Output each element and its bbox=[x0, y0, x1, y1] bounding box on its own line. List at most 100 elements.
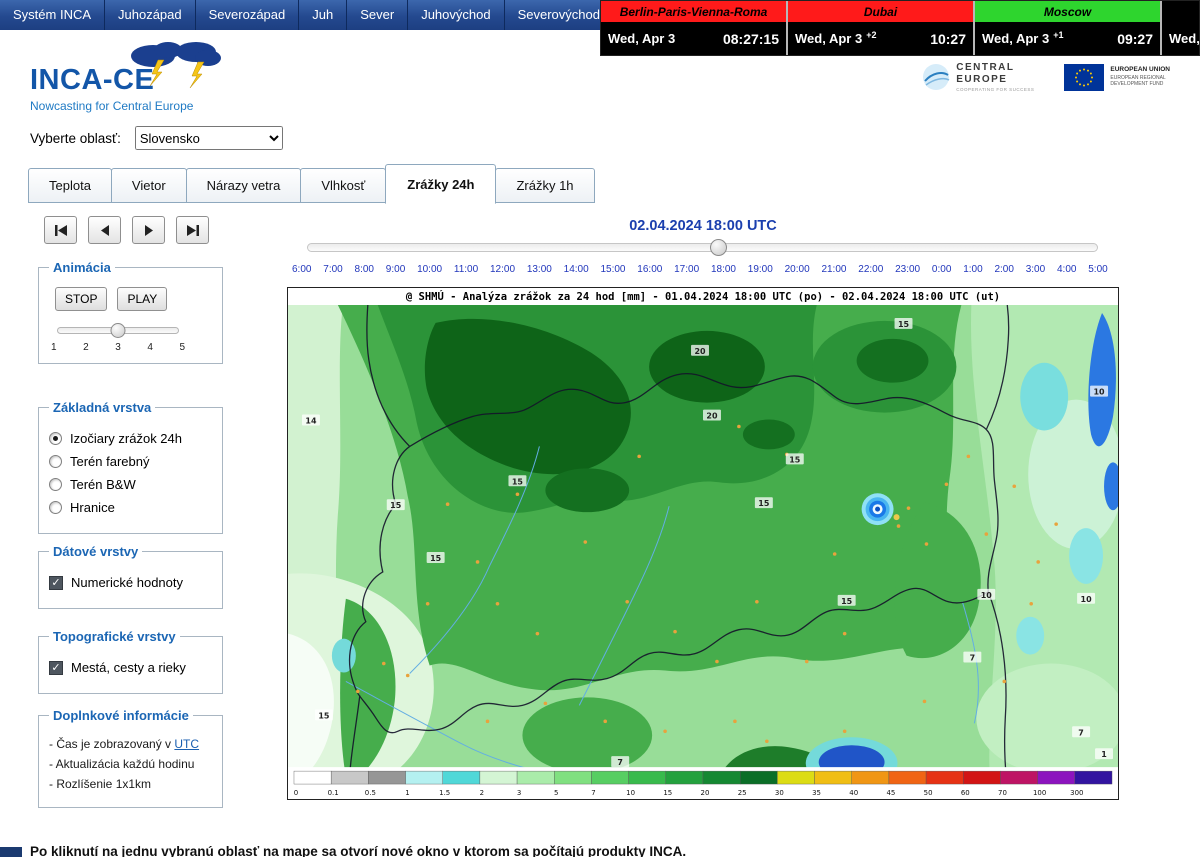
city-dot bbox=[544, 702, 548, 706]
nav-item-5[interactable]: Sever bbox=[347, 0, 408, 30]
legend-swatch-40 bbox=[852, 771, 889, 784]
clock-1: Berlin-Paris-Vienna-RomaWed, Apr 308:27:… bbox=[601, 1, 788, 55]
data-layers-options: Numerické hodnoty bbox=[49, 575, 212, 590]
time-tick: 1:00 bbox=[963, 264, 982, 275]
clock-city: Moscow bbox=[975, 1, 1160, 22]
ce-tagline: COOPERATING FOR SUCCESS bbox=[956, 87, 1034, 92]
time-slider-handle[interactable] bbox=[710, 239, 727, 256]
time-tick: 2:00 bbox=[994, 264, 1013, 275]
clock-time-row: Wed, Apr 3+210:27 bbox=[788, 22, 973, 55]
nav-item-3[interactable]: Severozápad bbox=[196, 0, 300, 30]
radio-option-1[interactable]: Izočiary zrážok 24h bbox=[49, 431, 212, 446]
checkbox-option-1[interactable]: Mestá, cesty a rieky bbox=[49, 660, 212, 675]
city-dot bbox=[406, 674, 410, 678]
nav-item-6[interactable]: Juhovýchod bbox=[408, 0, 504, 30]
info-line-utc: - Čas je zobrazovaný v UTC bbox=[49, 737, 212, 751]
legend-label: 35 bbox=[812, 789, 821, 797]
footer-bar bbox=[0, 847, 22, 857]
base-layer-options: Izočiary zrážok 24h Terén farebný Terén B&… bbox=[49, 431, 212, 515]
next-frame-button[interactable] bbox=[132, 216, 165, 244]
data-layers-legend: Dátové vrstvy bbox=[49, 544, 142, 559]
radio-label: Terén farebný bbox=[70, 454, 150, 469]
topo-layers-legend: Topografické vrstvy bbox=[49, 629, 180, 644]
clock-time: 08:27:15 bbox=[723, 31, 779, 47]
map-title: @ SHMÚ - Analýza zrážok za 24 hod [mm] -… bbox=[288, 288, 1118, 305]
contour-label: 10 bbox=[1081, 595, 1093, 604]
region-select[interactable]: Slovensko bbox=[135, 126, 283, 150]
logo-subtitle: Nowcasting for Central Europe bbox=[30, 99, 280, 113]
city-dot bbox=[637, 455, 641, 459]
radio-icon[interactable] bbox=[49, 501, 62, 514]
legend-label: 5 bbox=[554, 789, 558, 797]
legend-label: 10 bbox=[626, 789, 635, 797]
nav-item-4[interactable]: Juh bbox=[299, 0, 347, 30]
checkbox-icon[interactable] bbox=[49, 576, 63, 590]
clock-2: DubaiWed, Apr 3+210:27 bbox=[788, 1, 975, 55]
city-dot bbox=[496, 602, 500, 606]
checkbox-option-1[interactable]: Numerické hodnoty bbox=[49, 575, 212, 590]
inca-page: Systém INCAJuhozápadSeverozápadJuhSeverJ… bbox=[0, 0, 1200, 857]
city-dot bbox=[486, 720, 490, 724]
tab-n-razy-vetra[interactable]: Nárazy vetra bbox=[186, 168, 302, 203]
time-tick: 16:00 bbox=[637, 264, 662, 275]
tab-zr-ky-1h[interactable]: Zrážky 1h bbox=[495, 168, 594, 203]
radio-icon[interactable] bbox=[49, 478, 62, 491]
radio-option-2[interactable]: Terén farebný bbox=[49, 454, 212, 469]
legend-label: 50 bbox=[924, 789, 933, 797]
last-frame-button[interactable] bbox=[176, 216, 209, 244]
time-slider[interactable] bbox=[307, 243, 1098, 252]
speed-slider[interactable] bbox=[57, 327, 179, 334]
radio-label: Hranice bbox=[70, 500, 115, 515]
tab-teplota[interactable]: Teplota bbox=[28, 168, 112, 203]
radio-icon[interactable] bbox=[49, 455, 62, 468]
tab-zr-ky-24h[interactable]: Zrážky 24h bbox=[385, 164, 496, 204]
stop-button[interactable]: STOP bbox=[55, 287, 107, 311]
speed-tick-4: 4 bbox=[147, 342, 153, 353]
data-layers-panel: Dátové vrstvy Numerické hodnoty bbox=[38, 544, 223, 609]
contour-label: 20 bbox=[706, 412, 718, 421]
legend-label: 45 bbox=[886, 789, 895, 797]
time-tick: 20:00 bbox=[785, 264, 810, 275]
speed-slider-handle[interactable] bbox=[111, 323, 126, 338]
legend-label: 30 bbox=[775, 789, 784, 797]
first-frame-button[interactable] bbox=[44, 216, 77, 244]
precip-spot bbox=[894, 514, 900, 520]
clock-time: 10:27 bbox=[930, 31, 966, 47]
tab-vlhkos-[interactable]: Vlhkosť bbox=[300, 168, 386, 203]
radio-option-4[interactable]: Hranice bbox=[49, 500, 212, 515]
tab-vietor[interactable]: Vietor bbox=[111, 168, 187, 203]
legend-swatch-70 bbox=[1000, 771, 1037, 784]
prev-frame-button[interactable] bbox=[88, 216, 121, 244]
contour-label: 14 bbox=[305, 417, 317, 426]
checkbox-label: Mestá, cesty a rieky bbox=[71, 660, 186, 675]
legend-swatch-2 bbox=[480, 771, 517, 784]
time-ticks: 6:007:008:009:0010:0011:0012:0013:0014:0… bbox=[292, 264, 1108, 275]
city-dot bbox=[945, 482, 949, 486]
ce-line1: CENTRAL bbox=[956, 62, 1034, 74]
time-tick: 9:00 bbox=[386, 264, 405, 275]
city-dot bbox=[603, 720, 607, 724]
time-tick: 5:00 bbox=[1088, 264, 1107, 275]
nav-item-2[interactable]: Juhozápad bbox=[105, 0, 196, 30]
time-tick: 6:00 bbox=[292, 264, 311, 275]
inca-logo: INCA-CE Nowcasting for Central Europe bbox=[30, 50, 280, 112]
legend-swatch-20 bbox=[703, 771, 740, 784]
nav-item-7[interactable]: Severovýchod bbox=[505, 0, 614, 30]
info-line-resolution: - Rozlíšenie 1x1km bbox=[49, 777, 212, 791]
nav-item-1[interactable]: Systém INCA bbox=[0, 0, 105, 30]
city-dot bbox=[907, 506, 911, 510]
legend-label: 3 bbox=[517, 789, 521, 797]
radio-label: Izočiary zrážok 24h bbox=[70, 431, 182, 446]
checkbox-icon[interactable] bbox=[49, 661, 63, 675]
contour-label: 7 bbox=[1078, 728, 1084, 737]
precipitation-map[interactable]: @ SHMÚ - Analýza zrážok za 24 hod [mm] -… bbox=[287, 287, 1119, 800]
legend-label: 1 bbox=[405, 789, 409, 797]
precip-maximum-bullseye bbox=[862, 493, 894, 525]
utc-link[interactable]: UTC bbox=[174, 737, 199, 751]
central-europe-globe-icon bbox=[922, 63, 950, 91]
legend-label: 25 bbox=[738, 789, 747, 797]
radio-icon[interactable] bbox=[49, 432, 62, 445]
play-button[interactable]: PLAY bbox=[117, 287, 167, 311]
precipitation-map-svg: 15202015151514151010777151515101 00.10.5… bbox=[288, 305, 1118, 799]
radio-option-3[interactable]: Terén B&W bbox=[49, 477, 212, 492]
